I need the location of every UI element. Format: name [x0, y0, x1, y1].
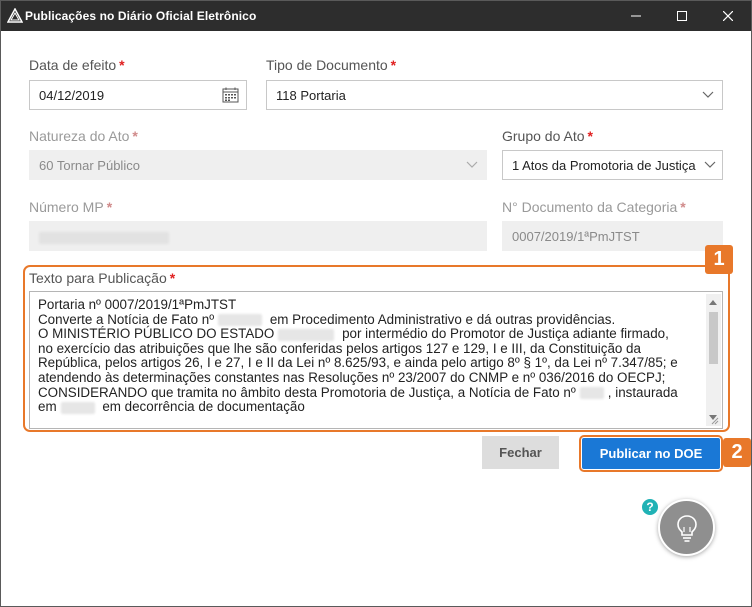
chevron-down-icon: [702, 91, 714, 98]
help-icon[interactable]: ?: [642, 499, 658, 515]
numero-mp-label: Número MP *: [29, 199, 113, 215]
chevron-down-icon: [466, 161, 478, 168]
triangle-logo-icon: [7, 8, 23, 23]
scroll-thumb[interactable]: [709, 312, 718, 364]
redacted-value: [579, 387, 604, 400]
natureza-ato-select: 60 Tornar Público: [29, 150, 487, 180]
close-icon: [723, 11, 733, 21]
tipo-documento-label: Tipo de Documento *: [266, 57, 397, 73]
resize-grip-icon[interactable]: [709, 415, 719, 425]
maximize-icon: [677, 11, 687, 21]
title-bar[interactable]: Publicações no Diário Oficial Eletrônico: [1, 1, 751, 31]
numero-mp-input: [29, 221, 487, 251]
grupo-ato-label: Grupo do Ato *: [502, 128, 593, 144]
tipo-documento-select[interactable]: 118 Portaria: [266, 80, 723, 110]
numero-documento-input: 0007/2019/1ªPmJTST: [502, 221, 723, 251]
fechar-button[interactable]: Fechar: [482, 436, 559, 469]
tips-button[interactable]: [658, 499, 715, 556]
minimize-icon: [631, 15, 641, 17]
textarea-content: Portaria nº 0007/2019/1ªPmJTST Converte …: [38, 297, 678, 415]
dialog-window: Publicações no Diário Oficial Eletrônico…: [0, 0, 752, 607]
texto-publicacao-textarea[interactable]: Portaria nº 0007/2019/1ªPmJTST Converte …: [29, 291, 723, 429]
redacted-value: [39, 231, 169, 244]
data-efeito-label: Data de efeito *: [29, 57, 125, 73]
close-button[interactable]: [705, 1, 751, 31]
natureza-ato-label: Natureza do Ato *: [29, 128, 138, 144]
redacted-value: [60, 401, 95, 414]
step-badge-2: 2: [723, 438, 751, 467]
step-badge-1: 1: [705, 245, 733, 274]
calendar-icon[interactable]: [222, 87, 239, 103]
grupo-ato-select[interactable]: 1 Atos da Promotoria de Justiça: [502, 150, 723, 180]
maximize-button[interactable]: [659, 1, 705, 31]
texto-publicacao-label: Texto para Publicação *: [29, 270, 176, 286]
publicar-doe-button[interactable]: Publicar no DOE: [582, 438, 720, 469]
numero-documento-label: N° Documento da Categoria *: [502, 199, 686, 215]
textarea-scrollbar[interactable]: [706, 294, 721, 426]
redacted-value: [278, 328, 335, 341]
chevron-down-icon: [704, 161, 716, 169]
lightbulb-icon: [676, 514, 697, 542]
scroll-up-arrow-icon[interactable]: [709, 300, 717, 305]
redacted-value: [218, 314, 263, 327]
minimize-button[interactable]: [613, 1, 659, 31]
data-efeito-input[interactable]: 04/12/2019: [29, 80, 247, 110]
window-title: Publicações no Diário Oficial Eletrônico: [25, 9, 257, 23]
